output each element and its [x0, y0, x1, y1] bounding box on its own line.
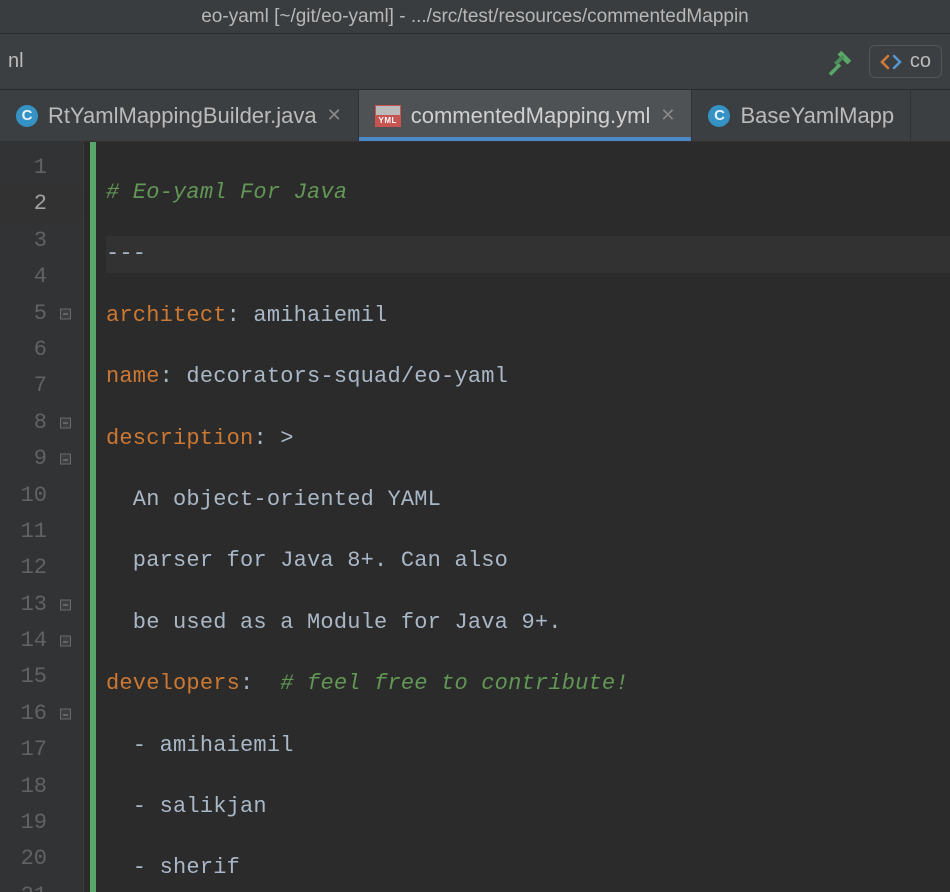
fold-toggle-icon[interactable] [60, 709, 71, 720]
code-line[interactable]: architect: amihaiemil [106, 298, 950, 334]
editor-tabs: C RtYamlMappingBuilder.java ✕ YML commen… [0, 90, 950, 142]
toolbar: nl co [0, 34, 950, 90]
line-number[interactable]: 10 [0, 478, 83, 514]
line-number[interactable]: 21 [0, 878, 83, 892]
code-line[interactable]: - sherif [106, 850, 950, 886]
run-config-chip[interactable]: co [869, 45, 942, 78]
line-number[interactable]: 8 [0, 405, 83, 441]
line-number[interactable]: 1 [0, 150, 83, 186]
yaml-file-icon: YML [375, 105, 401, 127]
code-area[interactable]: # Eo-yaml For Java --- architect: amihai… [106, 142, 950, 892]
code-line[interactable]: An object-oriented YAML [106, 482, 950, 518]
tab-commentedmapping[interactable]: YML commentedMapping.yml ✕ [359, 90, 693, 141]
fold-toggle-icon[interactable] [60, 599, 71, 610]
run-config-chevrons-icon [880, 54, 902, 70]
line-number[interactable]: 4 [0, 259, 83, 295]
code-line[interactable]: - salikjan [106, 789, 950, 825]
line-number[interactable]: 5 [0, 296, 83, 332]
line-number[interactable]: 20 [0, 841, 83, 877]
editor[interactable]: 1 2 3 4 5 6 7 8 9 10 11 12 13 14 15 16 1… [0, 142, 950, 892]
fold-toggle-icon[interactable] [60, 308, 71, 319]
code-line[interactable]: parser for Java 8+. Can also [106, 543, 950, 579]
code-left-margin [96, 142, 106, 892]
line-number[interactable]: 12 [0, 550, 83, 586]
tab-baseyamlmapp[interactable]: C BaseYamlMapp [692, 90, 911, 141]
code-line[interactable]: developers: # feel free to contribute! [106, 666, 950, 702]
line-number[interactable]: 14 [0, 623, 83, 659]
line-number[interactable]: 2 [0, 186, 83, 222]
code-line[interactable]: be used as a Module for Java 9+. [106, 605, 950, 641]
tab-rtyamlmappingbuilder[interactable]: C RtYamlMappingBuilder.java ✕ [0, 90, 359, 141]
tab-label: BaseYamlMapp [740, 103, 894, 129]
line-number[interactable]: 7 [0, 368, 83, 404]
java-class-icon: C [708, 105, 730, 127]
window-title: eo-yaml [~/git/eo-yaml] - .../src/test/r… [201, 6, 749, 28]
build-hammer-icon[interactable] [825, 47, 855, 77]
line-number[interactable]: 18 [0, 769, 83, 805]
line-number[interactable]: 11 [0, 514, 83, 550]
code-line[interactable]: name: decorators-squad/eo-yaml [106, 359, 950, 395]
close-icon[interactable]: ✕ [327, 105, 342, 126]
line-number[interactable]: 19 [0, 805, 83, 841]
fold-toggle-icon[interactable] [60, 636, 71, 647]
tab-label: RtYamlMappingBuilder.java [48, 103, 317, 129]
line-number[interactable]: 9 [0, 441, 83, 477]
line-number[interactable]: 6 [0, 332, 83, 368]
code-line[interactable]: --- [106, 236, 950, 272]
code-line[interactable]: # Eo-yaml For Java [106, 175, 950, 211]
close-icon[interactable]: ✕ [660, 105, 675, 126]
tab-label: commentedMapping.yml [411, 103, 651, 129]
run-config-label: co [910, 50, 931, 73]
breadcrumb-fragment[interactable]: nl [8, 50, 24, 73]
line-number[interactable]: 17 [0, 732, 83, 768]
java-class-icon: C [16, 105, 38, 127]
line-number-gutter[interactable]: 1 2 3 4 5 6 7 8 9 10 11 12 13 14 15 16 1… [0, 142, 84, 892]
code-line[interactable]: - amihaiemil [106, 728, 950, 764]
line-number[interactable]: 16 [0, 696, 83, 732]
window-title-bar: eo-yaml [~/git/eo-yaml] - .../src/test/r… [0, 0, 950, 34]
fold-toggle-icon[interactable] [60, 417, 71, 428]
line-number[interactable]: 15 [0, 659, 83, 695]
fold-toggle-icon[interactable] [60, 454, 71, 465]
line-number[interactable]: 3 [0, 223, 83, 259]
code-line[interactable]: description: > [106, 421, 950, 457]
line-number[interactable]: 13 [0, 587, 83, 623]
